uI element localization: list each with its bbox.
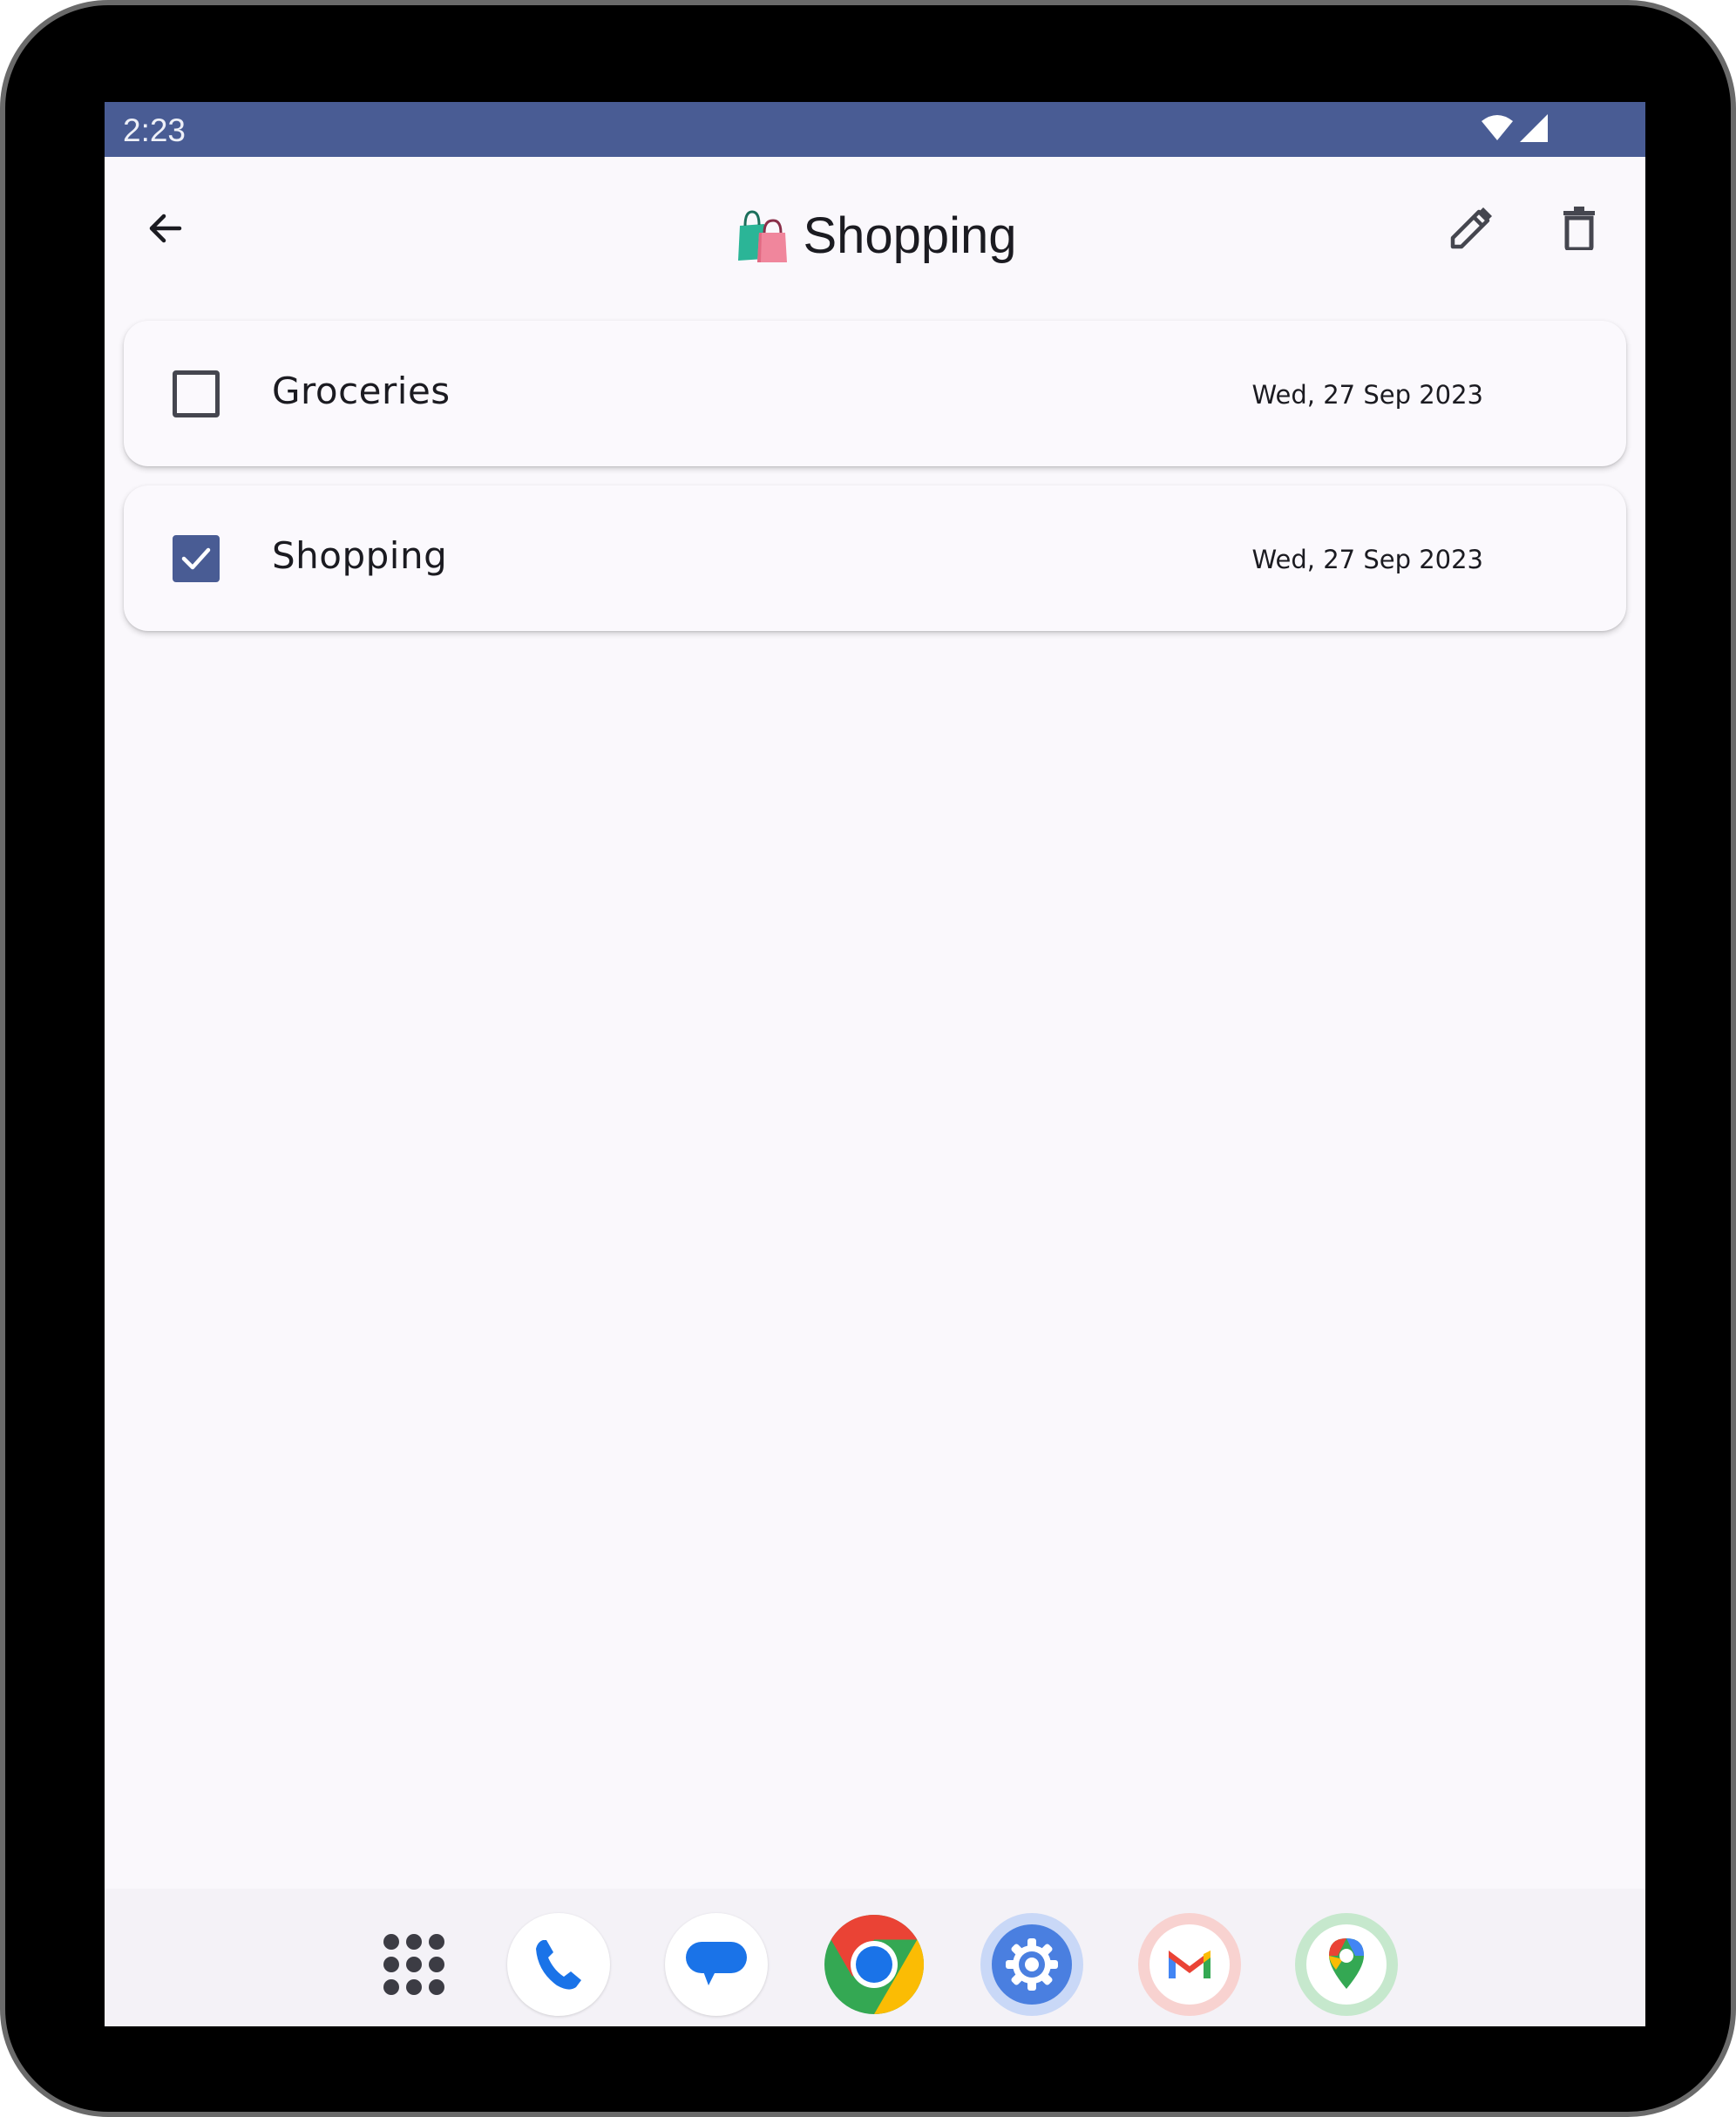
cellular-signal-icon [1520,114,1548,142]
delete-button[interactable] [1537,187,1621,270]
phone-app[interactable] [507,1913,610,2016]
status-time: 2:23 [123,112,186,148]
top-app-bar: Shopping [105,157,1645,307]
messages-app[interactable] [665,1913,768,2016]
app-grid-icon [383,1934,444,1995]
phone-icon [536,1940,581,1990]
shopping-bags-icon [738,210,788,262]
status-icons [1480,112,1550,147]
screen: 2:23 Shopping Groceries Wed, 27 Sep 2023… [105,102,1645,2026]
settings-app[interactable] [980,1913,1083,2016]
item-label: Groceries [272,370,451,412]
item-checkbox-checked[interactable] [173,535,220,582]
gmail-app[interactable] [1138,1913,1241,2016]
delete-trash-icon [1563,207,1595,250]
edit-pencil-icon [1450,207,1492,249]
title-wrap: Shopping [105,200,1645,270]
item-date: Wed, 27 Sep 2023 [1251,545,1483,574]
item-checkbox-unchecked[interactable] [173,370,220,417]
edit-button[interactable] [1429,187,1513,270]
maps-pin-icon [1306,1924,1387,2005]
launcher-dock [105,1889,1645,2026]
settings-gear-icon [992,1924,1072,2005]
item-list: Groceries Wed, 27 Sep 2023 Shopping Wed,… [124,321,1626,650]
chrome-icon [824,1915,925,2014]
wifi-icon [1482,115,1513,140]
maps-app[interactable] [1295,1913,1398,2016]
list-item[interactable]: Shopping Wed, 27 Sep 2023 [124,485,1626,631]
list-item[interactable]: Groceries Wed, 27 Sep 2023 [124,321,1626,466]
app-drawer-button[interactable] [363,1913,465,2016]
item-date: Wed, 27 Sep 2023 [1251,380,1483,410]
page-title: Shopping [803,207,1017,264]
check-icon [181,547,211,570]
gmail-icon [1149,1924,1230,2005]
item-label: Shopping [272,534,448,577]
status-bar: 2:23 [105,102,1645,157]
device-frame: 2:23 Shopping Groceries Wed, 27 Sep 2023… [0,0,1736,2117]
messages-icon [686,1942,747,1985]
chrome-app[interactable] [823,1913,926,2016]
